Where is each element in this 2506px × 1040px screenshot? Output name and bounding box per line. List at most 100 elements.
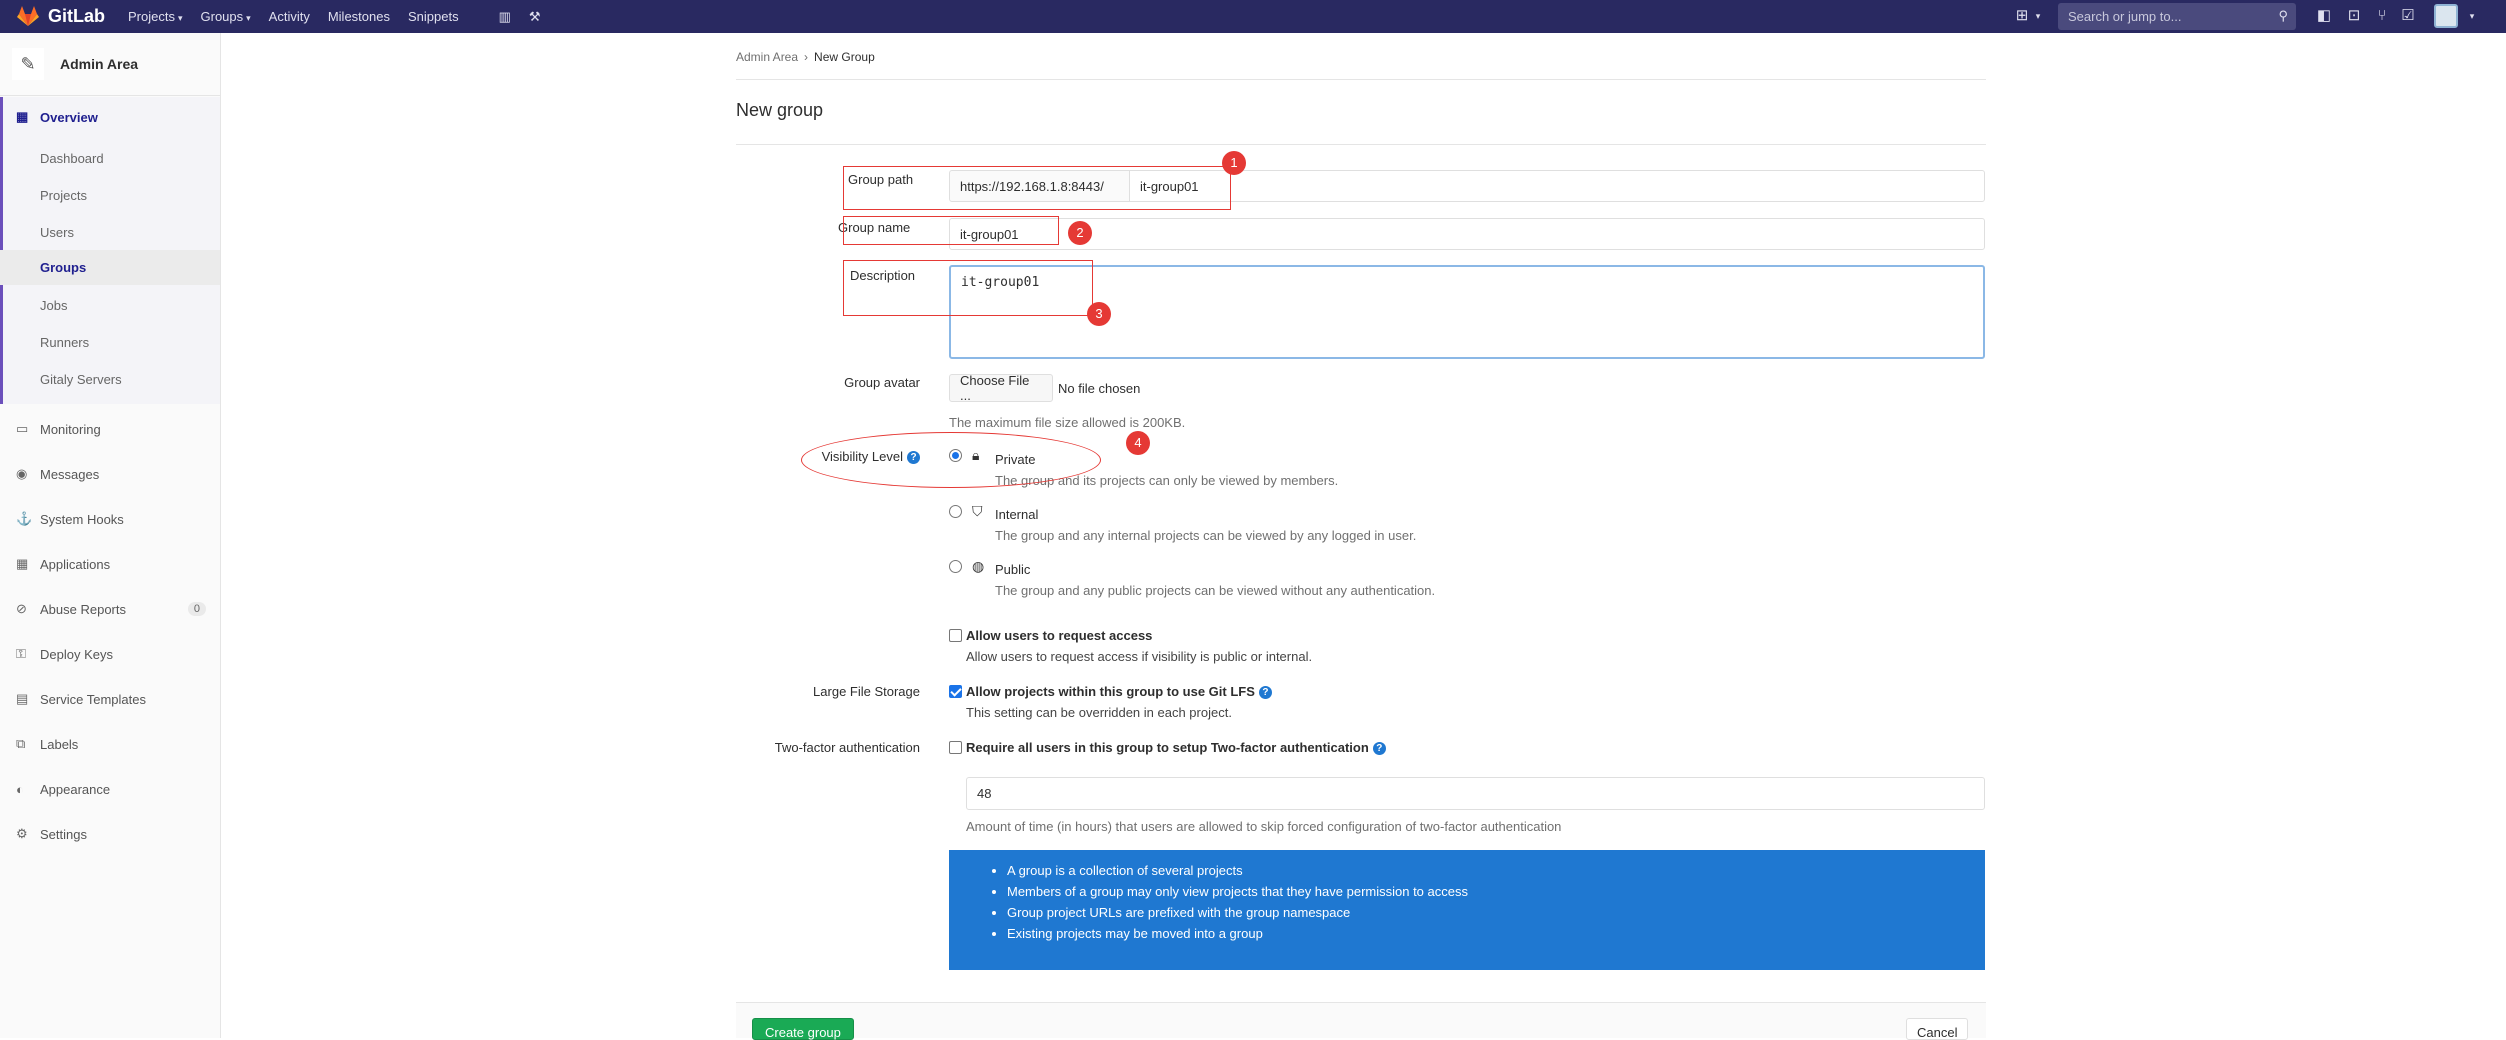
avatar[interactable] — [2434, 4, 2458, 28]
info-item: Existing projects may be moved into a gr… — [1007, 923, 1985, 944]
lfs-help: This setting can be overridden in each p… — [966, 705, 1232, 720]
monitor-icon: ▭ — [16, 421, 29, 436]
breadcrumb-admin-area[interactable]: Admin Area — [736, 50, 798, 64]
file-status: No file chosen — [1058, 381, 1141, 396]
nav-activity[interactable]: Activity — [269, 9, 310, 24]
sidebar-item-abuse-reports[interactable]: ⊘ Abuse Reports 0 — [0, 593, 220, 625]
page-title: New group — [736, 100, 824, 120]
help-icon[interactable]: ? — [1372, 742, 1386, 756]
visibility-public-radio[interactable] — [949, 560, 962, 573]
info-box: A group is a collection of several proje… — [949, 850, 1985, 970]
todo-icon[interactable]: ☑ — [2398, 6, 2418, 26]
choose-file-button[interactable]: Choose File ... — [949, 373, 1053, 403]
annotation-number: 1 — [1222, 151, 1246, 175]
twofa-check-label[interactable]: Require all users in this group to setup… — [966, 740, 1386, 756]
chevron-down-icon: ▾ — [246, 13, 251, 23]
annotation-number: 4 — [1126, 431, 1150, 455]
sidebar-item-dashboard[interactable]: Dashboard — [0, 141, 220, 176]
search-icon: ⚲ — [2278, 8, 2288, 23]
sidebar-item-service-templates[interactable]: ▤ Service Templates — [0, 683, 220, 715]
divider — [736, 79, 1986, 80]
nav-snippets[interactable]: Snippets — [408, 9, 459, 24]
nav-groups[interactable]: Groups ▾ — [201, 9, 251, 24]
sidebar-title: Admin Area — [60, 56, 139, 72]
abuse-count-badge: 0 — [187, 602, 206, 616]
sidebar-item-projects[interactable]: Projects — [0, 178, 220, 213]
twofa-grace-period-input[interactable]: 48 — [966, 777, 1985, 810]
info-item: A group is a collection of several proje… — [1007, 860, 1985, 881]
group-path-input[interactable]: it-group01 — [1129, 170, 1985, 202]
globe-icon: ◍ — [972, 558, 985, 574]
hook-icon: ⚓ — [16, 511, 33, 526]
sidebar-item-labels[interactable]: ⧉ Labels — [0, 728, 220, 760]
chevron-right-icon: › — [804, 50, 809, 64]
sidebar-item-jobs[interactable]: Jobs — [0, 288, 220, 323]
label-icon: ⧉ — [16, 736, 26, 751]
chevron-down-icon: ▾ — [177, 13, 183, 23]
request-access-label[interactable]: Allow users to request access — [966, 628, 1152, 643]
form-actions — [736, 1002, 1986, 1038]
visibility-internal-radio[interactable] — [949, 505, 962, 518]
request-access-checkbox[interactable] — [949, 629, 962, 642]
annotation-box — [843, 216, 1059, 245]
sidebar-item-system-hooks[interactable]: ⚓ System Hooks — [0, 503, 220, 535]
sidebar-header[interactable]: ✎ Admin Area — [0, 33, 220, 96]
chevron-down-icon[interactable]: ▾ — [2462, 6, 2482, 26]
sidebar-item-applications[interactable]: ▦ Applications — [0, 548, 220, 580]
sidebar-item-messages[interactable]: ◉ Messages — [0, 458, 220, 490]
twofa-checkbox[interactable] — [949, 741, 962, 754]
visibility-internal-label[interactable]: Internal — [995, 507, 1038, 522]
help-icon[interactable]: ? — [1258, 686, 1272, 700]
chevron-down-icon: ▾ — [2035, 11, 2041, 21]
visibility-public-desc: The group and any public projects can be… — [995, 583, 1436, 598]
annotation-box — [843, 260, 1093, 316]
merge-request-icon[interactable]: ⑂ — [2372, 6, 2392, 26]
twofa-help: Amount of time (in hours) that users are… — [966, 819, 1562, 834]
gear-icon: ⚙ — [16, 826, 28, 841]
lfs-check-label[interactable]: Allow projects within this group to use … — [966, 684, 1272, 700]
annotation-number: 2 — [1068, 221, 1092, 245]
apps-icon: ▦ — [16, 556, 29, 571]
issues-icon[interactable]: ⊡ — [2344, 6, 2364, 26]
nav-milestones[interactable]: Milestones — [328, 9, 390, 24]
wrench-icon[interactable]: ⚒ — [529, 9, 541, 25]
visibility-internal-desc: The group and any internal projects can … — [995, 528, 1417, 543]
breadcrumb-current: New Group — [814, 50, 875, 64]
key-icon: ⚿ — [16, 646, 26, 661]
annotation-ellipse — [801, 432, 1101, 488]
avatar-help: The maximum file size allowed is 200KB. — [949, 415, 1186, 430]
create-group-button[interactable]: Create group — [752, 1018, 854, 1040]
lfs-checkbox[interactable] — [949, 685, 962, 698]
chart-icon[interactable]: ▥ — [499, 9, 511, 25]
annotation-box — [843, 166, 1231, 210]
visibility-public-label[interactable]: Public — [995, 562, 1030, 577]
template-icon: ▤ — [16, 691, 29, 706]
shield-icon: ⛉ — [972, 503, 983, 519]
sidebar-item-settings[interactable]: ⚙ Settings — [0, 818, 220, 850]
sidebar-item-users[interactable]: Users — [0, 215, 220, 250]
breadcrumb: Admin Area › New Group — [736, 50, 875, 64]
sidebar-item-deploy-keys[interactable]: ⚿ Deploy Keys — [0, 638, 220, 670]
brand-name: GitLab — [48, 5, 105, 26]
wrench-icon: ✎ — [12, 48, 44, 80]
abuse-icon: ⊘ — [16, 601, 27, 616]
appearance-icon: ◐ — [16, 781, 24, 797]
avatar-label: Group avatar — [844, 375, 920, 390]
divider — [736, 144, 1986, 145]
sidebar-item-appearance[interactable]: ◐ Appearance — [0, 773, 220, 805]
cancel-button[interactable]: Cancel — [1906, 1018, 1968, 1040]
sidebar-item-overview[interactable]: ▦ Overview — [0, 101, 220, 133]
broadcast-icon: ◉ — [16, 466, 28, 481]
annotation-number: 3 — [1087, 302, 1111, 326]
nav-projects[interactable]: Projects ▾ — [128, 9, 183, 24]
sidebar-item-gitaly-servers[interactable]: Gitaly Servers — [0, 362, 220, 397]
sidebar-item-groups[interactable]: Groups — [0, 250, 220, 285]
search-input[interactable]: Search or jump to... ⚲ — [2058, 3, 2296, 30]
sidebar-toggle-icon[interactable]: ◧ — [2314, 6, 2334, 26]
info-item: Group project URLs are prefixed with the… — [1007, 902, 1985, 923]
gitlab-logo[interactable]: GitLab — [16, 5, 105, 27]
lfs-label: Large File Storage — [813, 684, 920, 699]
group-name-input[interactable]: it-group01 — [949, 218, 1985, 250]
sidebar-item-runners[interactable]: Runners — [0, 325, 220, 360]
sidebar-item-monitoring[interactable]: ▭ Monitoring — [0, 413, 220, 445]
